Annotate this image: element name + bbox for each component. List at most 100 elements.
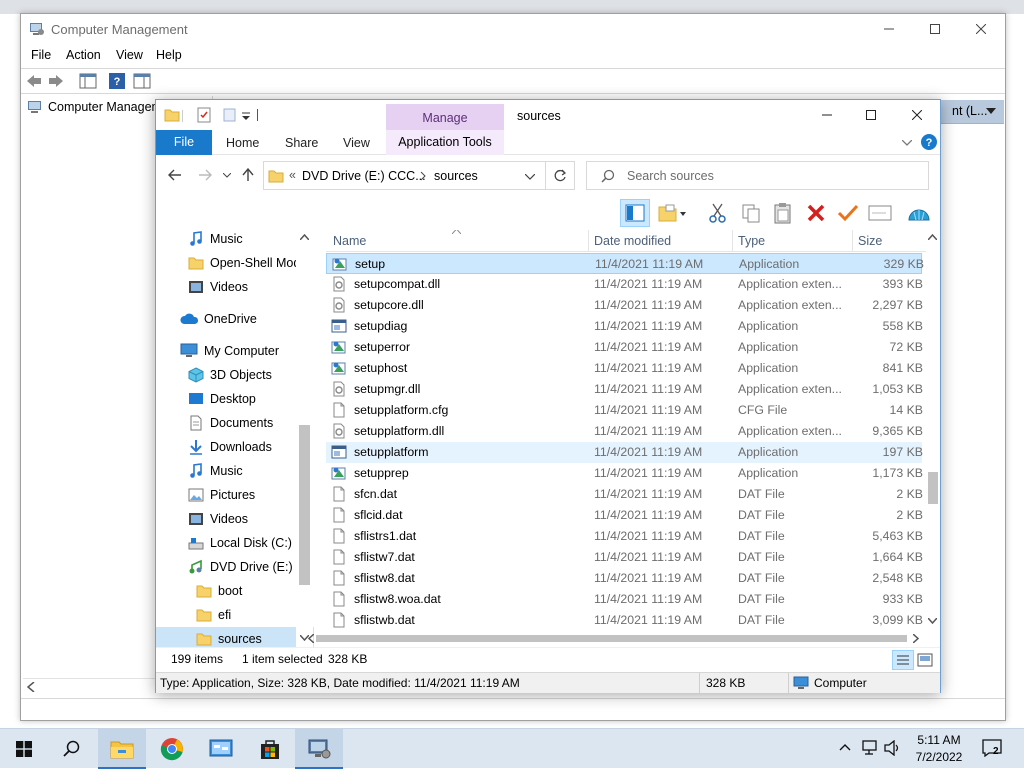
file-row[interactable]: setupdiag 11/4/2021 11:19 AM Application 55…: [326, 316, 923, 337]
breadcrumb-chevron-icon[interactable]: [420, 171, 426, 181]
address-segment-sources[interactable]: sources: [434, 169, 478, 183]
cut-icon[interactable]: [703, 199, 733, 227]
start-button[interactable]: [0, 729, 48, 769]
explorer-minimize-button[interactable]: [804, 100, 850, 130]
show-hidden-icons-icon[interactable]: [839, 743, 851, 751]
h-scroll-thumb[interactable]: [316, 635, 907, 642]
nav-item[interactable]: Music: [188, 230, 243, 251]
explorer-close-button[interactable]: [894, 100, 940, 130]
tab-home[interactable]: Home: [226, 136, 259, 150]
delete-icon[interactable]: [801, 199, 831, 227]
nav-item[interactable]: Desktop: [188, 387, 256, 411]
qat-dropdown-icon[interactable]: [242, 112, 250, 120]
navigation-pane-icon[interactable]: [620, 199, 650, 227]
cm-maximize-button[interactable]: [912, 14, 958, 44]
file-row[interactable]: sflistw8.woa.dat 11/4/2021 11:19 AM DAT Fi…: [326, 589, 923, 610]
nav-item[interactable]: efi: [196, 603, 231, 627]
column-name[interactable]: Name: [333, 234, 366, 248]
column-separator[interactable]: [732, 230, 733, 252]
copy-icon[interactable]: [736, 199, 766, 227]
file-row[interactable]: sfcn.dat 11/4/2021 11:19 AM DAT File 2 KB: [326, 484, 923, 505]
properties-icon[interactable]: [196, 107, 212, 123]
file-row[interactable]: setup 11/4/2021 11:19 AM Application 329 KB: [326, 253, 924, 274]
tab-file[interactable]: File: [156, 130, 212, 155]
file-row[interactable]: setuperror 11/4/2021 11:19 AM Application 7…: [326, 337, 923, 358]
scroll-up-icon[interactable]: [928, 234, 937, 240]
forward-icon[interactable]: [198, 169, 212, 181]
show-hide-tree-icon[interactable]: [79, 73, 97, 89]
column-type[interactable]: Type: [738, 234, 765, 248]
open-shell-icon[interactable]: [904, 199, 934, 227]
large-icons-view-icon[interactable]: [917, 653, 933, 667]
folder-options-icon[interactable]: [656, 199, 686, 227]
network-icon[interactable]: [862, 740, 880, 756]
cm-tree-root[interactable]: Computer Managem: [27, 100, 162, 114]
address-overflow-chevron[interactable]: «: [289, 168, 296, 182]
file-row[interactable]: setupplatform.cfg 11/4/2021 11:19 AM CFG F…: [326, 400, 923, 421]
expand-ribbon-icon[interactable]: [902, 140, 912, 146]
file-row[interactable]: sflistwb.dat 11/4/2021 11:19 AM DAT File 3,…: [326, 610, 923, 630]
taskbar-file-explorer[interactable]: [98, 729, 146, 769]
scroll-right-icon[interactable]: [913, 634, 919, 643]
nav-scroll-thumb[interactable]: [299, 425, 310, 585]
file-row[interactable]: setupmgr.dll 11/4/2021 11:19 AM Applicatio…: [326, 379, 923, 400]
column-date-modified[interactable]: Date modified: [594, 234, 671, 248]
address-dropdown-icon[interactable]: [525, 174, 535, 180]
file-row[interactable]: setupplatform.dll 11/4/2021 11:19 AM Appli…: [326, 421, 923, 442]
nav-item[interactable]: boot: [196, 579, 242, 603]
up-icon[interactable]: [242, 168, 254, 182]
nav-item[interactable]: sources: [156, 627, 314, 647]
taskbar-control-panel[interactable]: [197, 729, 245, 769]
nav-item[interactable]: Downloads: [188, 435, 272, 459]
volume-icon[interactable]: [884, 740, 902, 756]
action-pane-icon[interactable]: [133, 73, 151, 89]
help-icon[interactable]: ?: [921, 134, 937, 150]
nav-item[interactable]: Videos: [188, 507, 248, 531]
file-list-hscrollbar[interactable]: [308, 630, 926, 647]
cm-menu-action[interactable]: Action: [66, 48, 101, 62]
column-separator[interactable]: [588, 230, 589, 252]
nav-item[interactable]: Music: [188, 459, 243, 483]
cm-close-button[interactable]: [958, 14, 1004, 44]
tab-application-tools[interactable]: Application Tools: [386, 130, 504, 155]
properties-check-icon[interactable]: [833, 199, 863, 227]
clock-time[interactable]: 5:11 AM: [908, 733, 970, 747]
nav-item[interactable]: OneDrive: [180, 307, 257, 331]
explorer-maximize-button[interactable]: [848, 100, 894, 130]
navigation-pane-scrollbar[interactable]: [296, 230, 313, 647]
recent-locations-icon[interactable]: [223, 173, 231, 178]
nav-item[interactable]: 3D Objects: [188, 363, 272, 387]
taskbar-chrome[interactable]: [148, 729, 196, 769]
tab-share[interactable]: Share: [285, 136, 318, 150]
column-size[interactable]: Size: [858, 234, 882, 248]
action-center-button[interactable]: 2: [980, 737, 1008, 761]
file-row[interactable]: sflcid.dat 11/4/2021 11:19 AM DAT File 2 KB: [326, 505, 923, 526]
list-scroll-thumb[interactable]: [928, 472, 938, 504]
nav-item[interactable]: Documents: [188, 411, 273, 435]
tab-view[interactable]: View: [343, 136, 370, 150]
scroll-down-icon[interactable]: [928, 618, 937, 624]
refresh-button[interactable]: [546, 161, 575, 190]
back-arrow-icon[interactable]: [25, 73, 43, 89]
file-row[interactable]: setupcore.dll 11/4/2021 11:19 AM Applicati…: [326, 295, 923, 316]
file-row[interactable]: setupprep 11/4/2021 11:19 AM Application 1,…: [326, 463, 923, 484]
dropdown-arrow-icon[interactable]: [986, 108, 996, 114]
address-bar[interactable]: « DVD Drive (E:) CCC... sources: [263, 161, 546, 190]
nav-item[interactable]: Videos: [188, 275, 248, 299]
file-row[interactable]: setuphost 11/4/2021 11:19 AM Application 84…: [326, 358, 923, 379]
cm-minimize-button[interactable]: [866, 14, 912, 44]
nav-item[interactable]: DVD Drive (E:) C(: [188, 555, 309, 579]
details-view-icon[interactable]: [892, 650, 914, 670]
email-icon[interactable]: [865, 199, 895, 227]
forward-arrow-icon[interactable]: [47, 73, 65, 89]
search-box[interactable]: Search sources: [586, 161, 929, 190]
file-row[interactable]: sflistw7.dat 11/4/2021 11:19 AM DAT File 1,…: [326, 547, 923, 568]
taskbar-computer-management[interactable]: [295, 729, 343, 769]
cm-menu-help[interactable]: Help: [156, 48, 182, 62]
nav-item[interactable]: Open-Shell Mod: [188, 251, 300, 275]
address-segment-drive[interactable]: DVD Drive (E:) CCC...: [302, 169, 426, 183]
clock-date[interactable]: 7/2/2022: [908, 750, 970, 764]
file-row[interactable]: sflistrs1.dat 11/4/2021 11:19 AM DAT File 5…: [326, 526, 923, 547]
new-folder-icon[interactable]: [222, 107, 238, 123]
scroll-left-icon[interactable]: [27, 682, 35, 692]
